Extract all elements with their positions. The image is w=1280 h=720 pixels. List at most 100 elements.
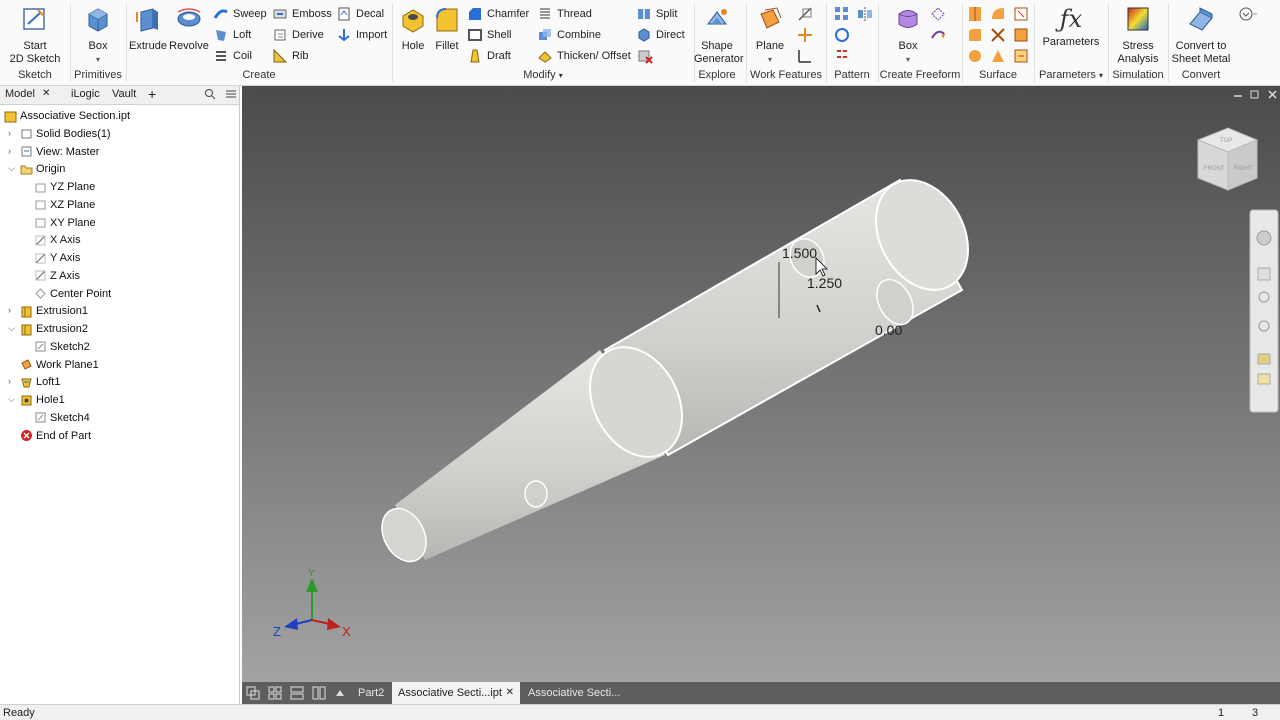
parameters-button[interactable]: ƒx Parameters bbox=[1040, 4, 1102, 49]
replace-face-icon[interactable] bbox=[1012, 47, 1030, 65]
restore-icon[interactable] bbox=[1250, 90, 1259, 99]
start-2d-sketch-button[interactable]: Start 2D Sketch bbox=[6, 4, 64, 66]
tab-model[interactable]: Model bbox=[5, 88, 35, 100]
mirror-icon[interactable] bbox=[856, 5, 874, 23]
collapse-chevron-icon[interactable]: ⌵ bbox=[8, 324, 17, 333]
tree-item[interactable]: Origin bbox=[20, 160, 65, 178]
doc-tab-associative-section[interactable]: Associative Secti... bbox=[522, 682, 626, 704]
axis-icon[interactable] bbox=[796, 5, 814, 23]
graphics-viewport[interactable]: 1.500 1.250 0.00 Y Z X TOP FRONT RIGHT bbox=[242, 86, 1280, 682]
ucs-icon[interactable] bbox=[796, 47, 814, 65]
sweep-button[interactable]: Sweep bbox=[213, 5, 267, 23]
close-icon[interactable]: ✕ bbox=[42, 88, 50, 99]
stress-analysis-button[interactable]: Stress Analysis bbox=[1112, 4, 1164, 66]
tree-item[interactable]: Associative Section.ipt bbox=[4, 107, 130, 125]
tree-item[interactable]: Sketch4 bbox=[34, 409, 90, 427]
direct-button[interactable]: Direct bbox=[636, 26, 685, 44]
tree-item[interactable]: Hole1 bbox=[20, 391, 65, 409]
thicken-offset-button[interactable]: Thicken/ Offset bbox=[537, 47, 631, 65]
derive-button[interactable]: Derive bbox=[272, 26, 324, 44]
tab-ilogic[interactable]: iLogic bbox=[71, 88, 100, 100]
expand-chevron-icon[interactable]: › bbox=[8, 306, 17, 315]
trim-icon[interactable] bbox=[1012, 5, 1030, 23]
ribbon-options-icon[interactable] bbox=[1238, 6, 1258, 24]
tree-item[interactable]: Extrusion1 bbox=[20, 302, 88, 320]
cone-hole[interactable] bbox=[524, 480, 548, 508]
coil-button[interactable]: Coil bbox=[213, 47, 252, 65]
expand-chevron-icon[interactable]: › bbox=[8, 128, 17, 138]
viewcube[interactable]: TOP FRONT RIGHT bbox=[1196, 127, 1259, 191]
close-icon[interactable]: ✕ bbox=[506, 682, 514, 704]
tree-item[interactable]: Z Axis bbox=[34, 267, 80, 285]
shell-button[interactable]: Shell bbox=[467, 26, 511, 44]
tree-item[interactable]: Y Axis bbox=[34, 249, 80, 267]
cascade-windows-icon[interactable] bbox=[246, 686, 260, 700]
delete-face-icon[interactable] bbox=[636, 47, 654, 65]
panel-label-modify[interactable]: Modify ▾ bbox=[392, 69, 694, 83]
dimension-value-1[interactable]: 1.500 bbox=[782, 245, 817, 261]
doc-tab-part2[interactable]: Part2 bbox=[352, 682, 390, 704]
split-button[interactable]: Split bbox=[636, 5, 677, 23]
tree-item[interactable]: End of Part bbox=[20, 427, 91, 445]
rectangular-pattern-icon[interactable] bbox=[833, 5, 851, 23]
tile-windows-icon[interactable] bbox=[268, 686, 282, 700]
revolve-button[interactable]: Revolve bbox=[169, 4, 209, 53]
chamfer-button[interactable]: Chamfer bbox=[467, 5, 529, 23]
patch-icon[interactable] bbox=[989, 5, 1007, 23]
doc-tab-associative-section-active[interactable]: Associative Secti...ipt ✕ bbox=[392, 682, 520, 704]
expand-chevron-icon[interactable]: › bbox=[8, 146, 17, 156]
draft-button[interactable]: Draft bbox=[467, 47, 511, 65]
add-tab-icon[interactable]: + bbox=[148, 86, 156, 102]
tile-vertical-icon[interactable] bbox=[312, 686, 326, 700]
import-button[interactable]: Import bbox=[336, 26, 387, 44]
ruled-surface-icon[interactable] bbox=[966, 47, 984, 65]
tree-item[interactable]: View: Master bbox=[20, 143, 99, 161]
dimension-value-3[interactable]: 0.00 bbox=[875, 322, 902, 338]
fillet-button[interactable]: Fillet bbox=[432, 4, 462, 53]
tree-item[interactable]: Loft1 bbox=[20, 373, 60, 391]
freeform-convert-icon[interactable] bbox=[929, 26, 947, 44]
sketch-pattern-icon[interactable] bbox=[833, 47, 851, 65]
convert-to-sheet-metal-button[interactable]: Convert to Sheet Metal bbox=[1170, 4, 1232, 66]
stitch-icon[interactable] bbox=[966, 5, 984, 23]
close-window-icon[interactable] bbox=[1268, 90, 1277, 99]
boundary-patch-icon[interactable] bbox=[989, 47, 1007, 65]
menu-icon[interactable] bbox=[225, 88, 237, 103]
collapse-chevron-icon[interactable]: ⌵ bbox=[8, 395, 17, 404]
circular-pattern-icon[interactable] bbox=[833, 26, 851, 44]
tree-item[interactable]: YZ Plane bbox=[34, 178, 95, 196]
tree-item[interactable]: XZ Plane bbox=[34, 196, 95, 214]
search-icon[interactable] bbox=[204, 88, 216, 103]
dimension-value-2[interactable]: 1.250 bbox=[807, 275, 842, 291]
navigation-bar[interactable] bbox=[1249, 209, 1279, 413]
tree-item[interactable]: Sketch2 bbox=[34, 338, 90, 356]
delete-face-surface-icon[interactable] bbox=[989, 26, 1007, 44]
tree-item[interactable]: XY Plane bbox=[34, 214, 96, 232]
collapse-chevron-icon[interactable]: ⌵ bbox=[8, 164, 17, 173]
thread-button[interactable]: Thread bbox=[537, 5, 592, 23]
box-primitive-button[interactable]: Box ▾ bbox=[78, 4, 118, 66]
tile-horizontal-icon[interactable] bbox=[290, 686, 304, 700]
tree-item[interactable]: Extrusion2 bbox=[20, 320, 88, 338]
tree-item[interactable]: Center Point bbox=[34, 285, 111, 303]
emboss-button[interactable]: Emboss bbox=[272, 5, 332, 23]
tab-vault[interactable]: Vault bbox=[112, 88, 136, 100]
tab-list-icon[interactable] bbox=[334, 687, 346, 699]
tree-item[interactable]: Work Plane1 bbox=[20, 356, 99, 374]
loft-button[interactable]: Loft bbox=[213, 26, 251, 44]
extend-icon[interactable] bbox=[1012, 26, 1030, 44]
rib-button[interactable]: Rib bbox=[272, 47, 309, 65]
hole-button[interactable]: Hole bbox=[397, 4, 429, 53]
freeform-box-button[interactable]: Box ▾ bbox=[890, 4, 926, 66]
decal-button[interactable]: Decal bbox=[336, 5, 384, 23]
expand-chevron-icon[interactable]: › bbox=[8, 377, 17, 386]
combine-button[interactable]: Combine bbox=[537, 26, 601, 44]
model-canvas[interactable]: 1.500 1.250 0.00 Y Z X TOP FRONT RIGHT bbox=[242, 86, 1280, 682]
tree-item[interactable]: X Axis bbox=[34, 231, 81, 249]
freeform-edit-icon[interactable] bbox=[929, 5, 947, 23]
panel-label-parameters[interactable]: Parameters ▾ bbox=[1034, 69, 1108, 83]
extrude-button[interactable]: Extrude bbox=[129, 4, 167, 53]
sculpt-icon[interactable] bbox=[966, 26, 984, 44]
point-icon[interactable] bbox=[796, 26, 814, 44]
plane-button[interactable]: Plane ▾ bbox=[752, 4, 788, 66]
